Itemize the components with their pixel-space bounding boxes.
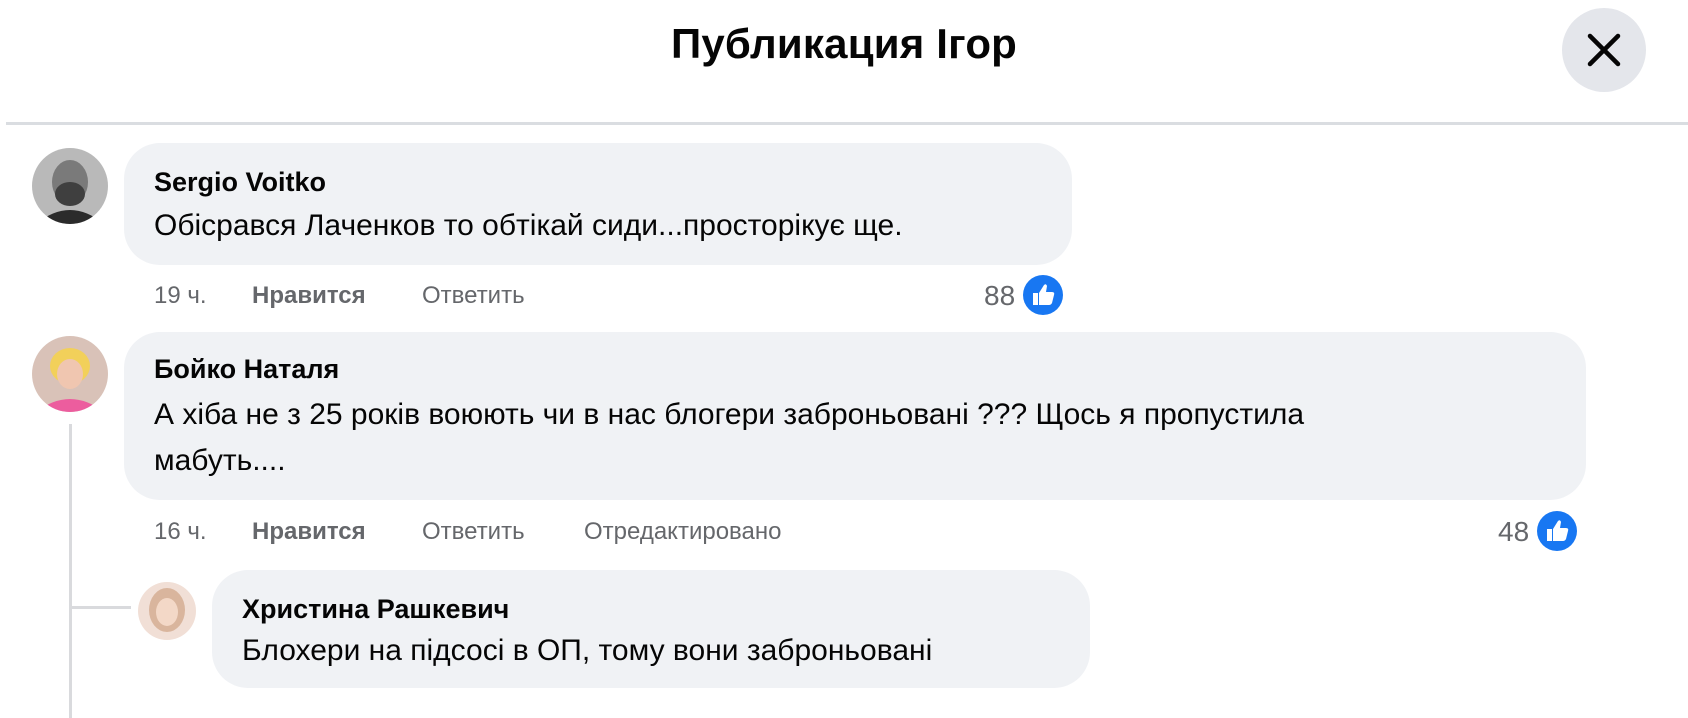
comment-text: Обісрався Лаченков то обтікай сиди...про…: [154, 209, 903, 242]
dialog-title: Публикация Ігор: [670, 20, 1018, 67]
comment-author[interactable]: Sergio Voitko: [154, 167, 326, 198]
thread-line: [69, 424, 72, 718]
reply-action[interactable]: Ответить: [422, 518, 525, 546]
comment-text-line: А хіба не з 25 років воюють чи в нас бло…: [154, 398, 1305, 431]
like-action[interactable]: Нравится: [252, 518, 366, 546]
close-button[interactable]: [1562, 8, 1646, 92]
like-count[interactable]: 88: [984, 280, 1015, 312]
comment-author[interactable]: Бойко Наталя: [154, 354, 339, 385]
comment-bubble: Бойко Наталя А хіба не з 25 років воюють…: [124, 332, 1586, 500]
comment-text: Блохери на підсосі в ОП, тому вони забро…: [242, 634, 933, 667]
like-thumb-icon: [1537, 511, 1577, 551]
like-action[interactable]: Нравится: [252, 282, 366, 310]
like-count[interactable]: 48: [1498, 516, 1529, 548]
avatar[interactable]: [32, 148, 108, 224]
avatar[interactable]: [138, 582, 196, 640]
close-icon: [1587, 33, 1621, 67]
comment-bubble: Sergio Voitko Обісрався Лаченков то обті…: [124, 143, 1072, 265]
reply-bubble: Христина Рашкевич Блохери на підсосі в О…: [212, 570, 1090, 688]
edited-label[interactable]: Отредактировано: [584, 518, 781, 546]
header-divider: [6, 122, 1688, 125]
dialog-header: Публикация Ігор: [0, 0, 1688, 124]
comment-text-line: мабуть....: [154, 444, 286, 477]
reply-action[interactable]: Ответить: [422, 282, 525, 310]
comment-time[interactable]: 19 ч.: [154, 282, 207, 310]
comment-author[interactable]: Христина Рашкевич: [242, 594, 509, 625]
comment-time[interactable]: 16 ч.: [154, 518, 207, 546]
like-thumb-icon: [1023, 275, 1063, 315]
avatar[interactable]: [32, 336, 108, 412]
thread-branch: [69, 606, 131, 609]
